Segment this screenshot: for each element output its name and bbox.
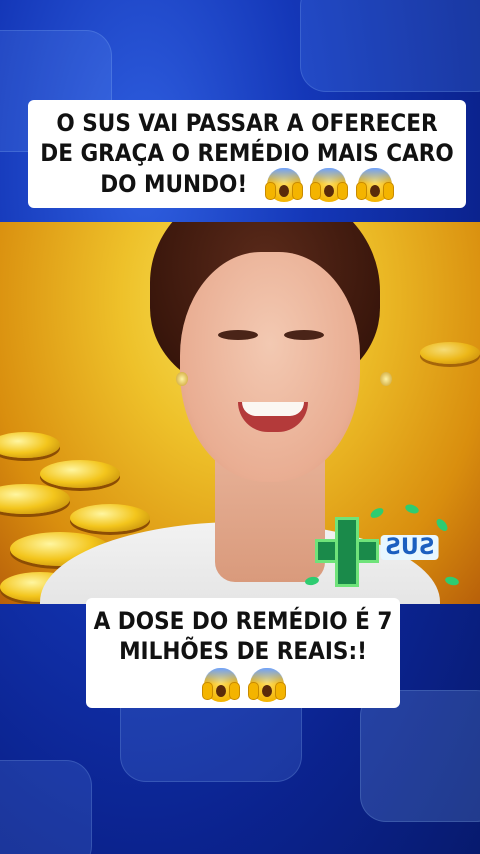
teeth [242,402,304,416]
leaf-icon [404,502,420,516]
caption-line: DE GRAÇA O REMÉDIO MAIS CARO [40,139,454,167]
coin [70,504,150,532]
screaming-face-emoji-icon [355,168,394,202]
background-decoration [0,760,92,854]
caption-line: DO MUNDO! [100,170,248,198]
sus-logo-text: SUS [381,535,439,560]
emoji-row [264,168,394,202]
screaming-face-emoji-icon [247,668,286,702]
leaf-icon [444,575,460,587]
screaming-face-emoji-icon [264,168,303,202]
background-decoration [300,0,480,92]
earring [176,372,188,386]
caption-line: MILHÕES DE REAIS:! [119,637,367,665]
caption-line-with-emoji: DO MUNDO! [34,168,460,202]
caption-bottom: A DOSE DO REMÉDIO É 7 MILHÕES DE REAIS:! [86,598,400,708]
smiling-mouth [238,402,308,432]
eye [218,330,258,340]
background-decoration [360,690,480,822]
caption-top: O SUS VAI PASSAR A OFERECER DE GRAÇA O R… [28,100,466,208]
coin [40,460,120,488]
coin [0,432,60,458]
sus-cross-icon [335,517,359,587]
leaf-icon [304,575,320,587]
coin [420,342,480,364]
eye [284,330,324,340]
video-frame: SUS O SUS VAI PASSAR A OFERECER DE GRAÇA… [0,0,480,854]
sus-logo: SUS [304,502,465,597]
news-anchor-photo: SUS [0,222,480,604]
screaming-face-emoji-icon [310,168,349,202]
emoji-row [92,668,394,702]
anchor-face [180,252,360,482]
caption-line: A DOSE DO REMÉDIO É 7 [93,607,393,635]
leaf-icon [368,506,386,520]
leaf-icon [434,517,450,533]
earring [380,372,392,386]
caption-line: O SUS VAI PASSAR A OFERECER [56,109,438,137]
coin [0,484,70,514]
screaming-face-emoji-icon [202,668,240,702]
